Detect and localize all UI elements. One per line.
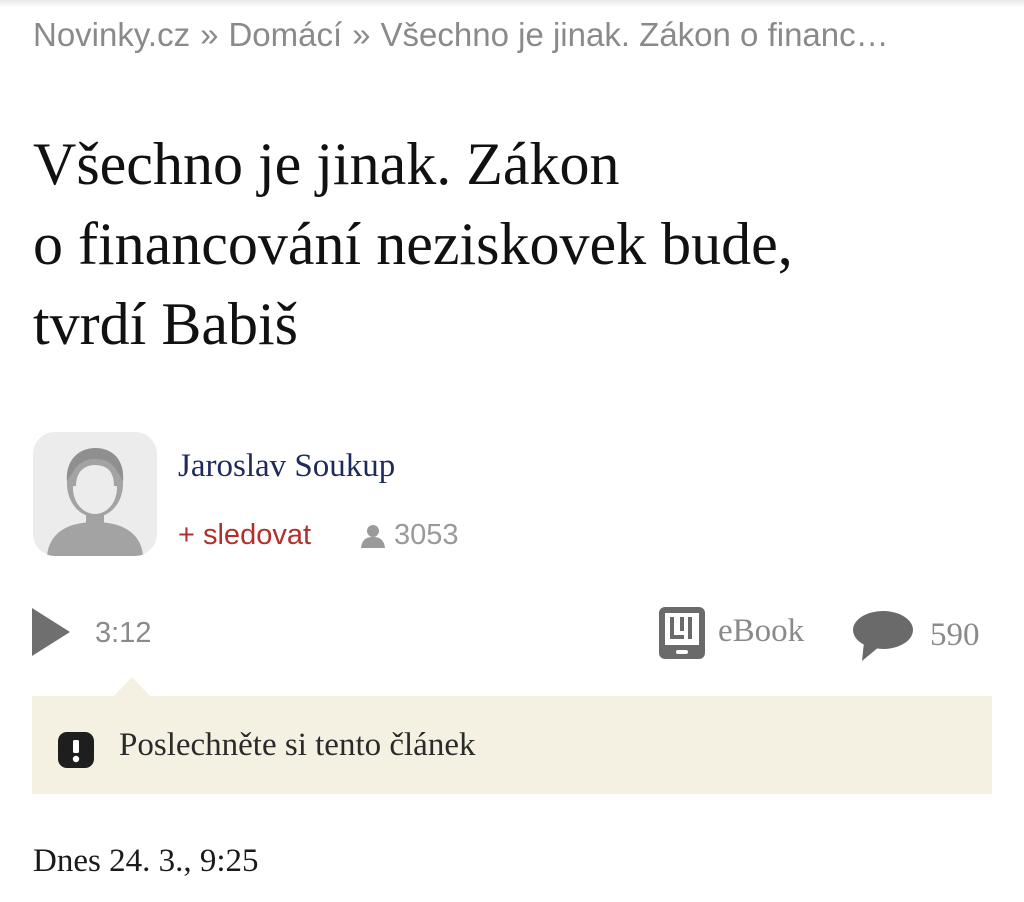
author-name[interactable]: Jaroslav Soukup: [178, 446, 395, 486]
person-silhouette-icon: [47, 448, 143, 556]
breadcrumb: Novinky.cz» Domácí» Všechno je jinak. Záko…: [33, 14, 993, 56]
audio-duration: 3:12: [95, 617, 152, 649]
article-title: Všechno je jinak. Zákon o financování ne…: [33, 124, 993, 364]
breadcrumb-separator: »: [200, 16, 219, 53]
breadcrumb-site[interactable]: Novinky.cz: [33, 16, 190, 53]
follower-person-icon: [361, 525, 385, 548]
play-icon[interactable]: [30, 606, 72, 658]
title-line: tvrdí Babiš: [33, 291, 298, 357]
title-line: Všechno je jinak. Zákon: [33, 131, 620, 197]
breadcrumb-section[interactable]: Domácí: [228, 16, 342, 53]
top-edge-shadow: [0, 0, 1024, 8]
breadcrumb-current: Všechno je jinak. Zákon o financ…: [380, 16, 889, 53]
banner-pointer: [112, 677, 152, 698]
author-avatar[interactable]: [33, 432, 157, 556]
breadcrumb-separator: »: [352, 16, 371, 53]
article-date: Dnes 24. 3., 9:25: [33, 843, 259, 879]
comment-bubble-icon[interactable]: [852, 610, 914, 662]
listen-banner-text: Poslechněte si tento článek: [119, 727, 476, 763]
info-icon: [58, 732, 94, 768]
follow-button[interactable]: + sledovat: [178, 516, 311, 554]
comment-count[interactable]: 590: [930, 614, 980, 656]
follower-count: 3053: [394, 519, 459, 551]
listen-banner[interactable]: Poslechněte si tento článek: [32, 696, 992, 794]
ebook-label[interactable]: eBook: [718, 610, 804, 652]
title-line: o financování neziskovek bude,: [33, 211, 793, 277]
ebook-icon[interactable]: [658, 606, 706, 660]
